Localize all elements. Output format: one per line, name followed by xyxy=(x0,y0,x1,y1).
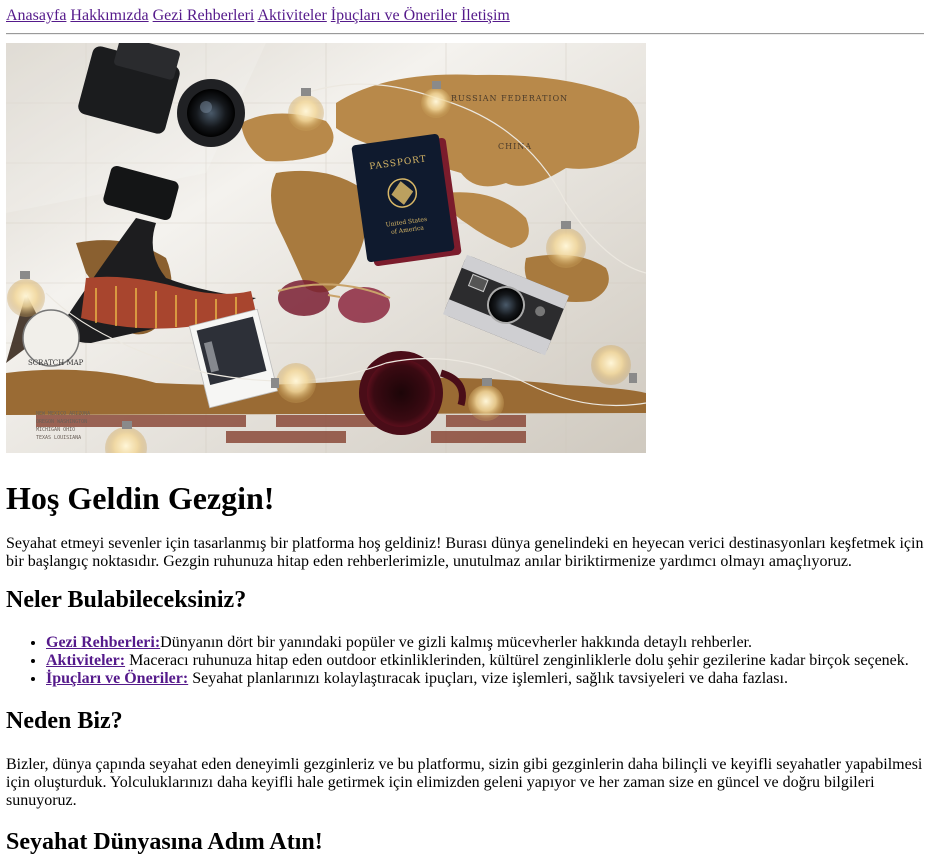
top-nav: Anasayfa Hakkımızda Gezi Rehberleri Akti… xyxy=(6,6,924,26)
hero-image: NEW MEXICO ARIZONA OREGON WASHINGTON MICH… xyxy=(6,43,646,453)
svg-text:NEW MEXICO ARIZONA: NEW MEXICO ARIZONA xyxy=(36,411,90,417)
nav-link-aktiviteler[interactable]: Aktiviteler xyxy=(257,7,326,24)
list-item: İpuçları ve Öneriler: Seyahat planlarını… xyxy=(46,670,924,688)
features-title: Neler Bulabileceksiniz? xyxy=(6,587,247,613)
nav-link-gezi-rehberleri[interactable]: Gezi Rehberleri xyxy=(153,7,255,24)
nav-link-anasayfa[interactable]: Anasayfa xyxy=(6,7,66,24)
next-section-title: Seyahat Dünyasına Adım Atın! xyxy=(6,829,323,855)
svg-text:TEXAS LOUISIANA: TEXAS LOUISIANA xyxy=(36,435,81,441)
feature-text: Maceracı ruhunuza hitap eden outdoor etk… xyxy=(125,652,909,669)
svg-text:SCRATCH MAP: SCRATCH MAP xyxy=(28,359,84,367)
svg-text:OREGON WASHINGTON: OREGON WASHINGTON xyxy=(36,419,87,425)
feature-link-ipuclari[interactable]: İpuçları ve Öneriler: xyxy=(46,670,188,687)
nav-link-ipuclari[interactable]: İpuçları ve Öneriler xyxy=(331,7,457,24)
svg-text:MICHIGAN OHIO: MICHIGAN OHIO xyxy=(36,427,75,433)
features-list: Gezi Rehberleri:Dünyanın dört bir yanınd… xyxy=(6,634,924,688)
svg-text:RUSSIAN FEDERATION: RUSSIAN FEDERATION xyxy=(451,94,568,103)
feature-link-aktiviteler[interactable]: Aktiviteler: xyxy=(46,652,125,669)
feature-text: Seyahat planlarınızı kolaylaştıracak ipu… xyxy=(188,670,788,687)
list-item: Gezi Rehberleri:Dünyanın dört bir yanınd… xyxy=(46,634,924,652)
why-title: Neden Biz? xyxy=(6,708,123,734)
welcome-title: Hoş Geldin Gezgin! xyxy=(6,480,275,516)
feature-text: Dünyanın dört bir yanındaki popüler ve g… xyxy=(160,634,752,651)
feature-link-gezi-rehberleri[interactable]: Gezi Rehberleri: xyxy=(46,634,160,651)
list-item: Aktiviteler: Maceracı ruhunuza hitap ede… xyxy=(46,652,924,670)
why-text: Bizler, dünya çapında seyahat eden deney… xyxy=(6,756,923,809)
nav-divider xyxy=(6,33,924,35)
svg-text:CHINA: CHINA xyxy=(498,142,532,151)
welcome-text: Seyahat etmeyi sevenler için tasarlanmış… xyxy=(6,535,924,570)
nav-link-iletisim[interactable]: İletişim xyxy=(461,7,510,24)
nav-link-hakkimizda[interactable]: Hakkımızda xyxy=(70,7,148,24)
